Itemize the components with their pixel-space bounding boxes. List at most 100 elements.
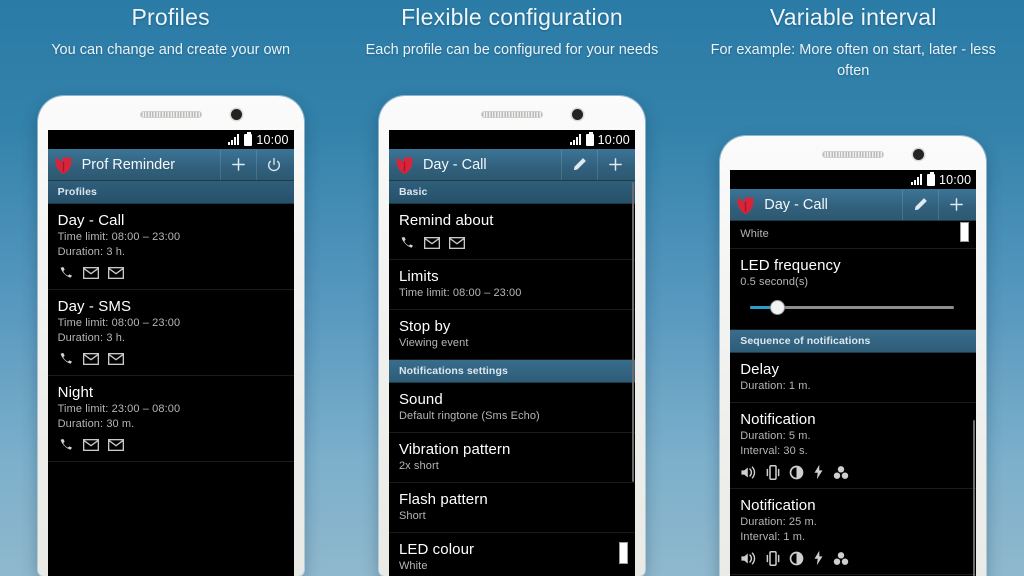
- add-button[interactable]: [938, 189, 974, 220]
- list-item[interactable]: Remind about: [388, 204, 635, 260]
- led-frequency-slider[interactable]: [744, 300, 960, 314]
- led-colour-value: White: [740, 228, 769, 240]
- app-title: Prof Reminder: [81, 156, 176, 173]
- prof-reminder-logo-icon: [53, 154, 74, 175]
- contrast-icon: [789, 465, 804, 480]
- vibrate-icon: [766, 464, 780, 480]
- mail-icon: [423, 236, 440, 250]
- front-camera-icon: [571, 109, 583, 120]
- mail-icon: [82, 352, 99, 366]
- mail-icon: [82, 266, 99, 280]
- list-item[interactable]: Delay Duration: 1 m.: [730, 353, 977, 403]
- flash-icon: [813, 550, 824, 566]
- row-icons: [58, 265, 284, 281]
- list-item[interactable]: Stop by Viewing event: [388, 310, 635, 360]
- list-item[interactable]: Limits Time limit: 08:00 – 23:00: [388, 260, 635, 310]
- panel-1-heading: Profiles: [131, 4, 210, 30]
- row-title: LED frequency: [740, 257, 841, 274]
- row-subtitle: Viewing event: [398, 337, 469, 349]
- phone-mockup-2: 10:00 Day - Call Basic Remind about Limi…: [378, 96, 645, 576]
- phone-icon: [58, 351, 74, 367]
- panel-3-subheading: For example: More often on start, later …: [710, 42, 996, 79]
- row-icons: [58, 437, 284, 453]
- panel-3-heading: Variable interval: [769, 4, 937, 30]
- row-subtitle: Duration: 25 m.: [740, 516, 817, 528]
- row-icons: [740, 464, 966, 480]
- phone-icon: [399, 235, 415, 251]
- row-subtitle: Duration: 3 h.: [57, 332, 126, 344]
- row-icons: [399, 235, 625, 251]
- panel-profiles: Profiles You can change and create your …: [0, 0, 341, 576]
- phone-screen-3: 10:00 Day - Call White LED frequency 0.5…: [730, 170, 977, 576]
- list-item[interactable]: Night Time limit: 23:00 – 08:00 Duration…: [47, 376, 294, 462]
- list-item[interactable]: Sound Default ringtone (Sms Echo): [388, 383, 635, 433]
- row-title: Remind about: [398, 212, 494, 229]
- slider-thumb[interactable]: [770, 301, 784, 314]
- status-bar: 10:00: [47, 130, 294, 149]
- led-colour-swatch: [618, 542, 628, 564]
- row-title: Notification: [740, 497, 816, 514]
- row-subtitle: Duration: 3 h.: [57, 246, 126, 258]
- row-subtitle: 0.5 second(s): [740, 276, 809, 288]
- app-title: Day - Call: [422, 156, 487, 173]
- app-bar-3: Day - Call: [730, 189, 977, 221]
- phone-mockup-1: 10:00 Prof Reminder Profiles Day - Call …: [37, 96, 304, 576]
- row-title: Notification: [740, 411, 816, 428]
- sound-icon: [740, 551, 757, 566]
- phone-icon: [58, 437, 74, 453]
- mail-icon: [82, 438, 99, 452]
- list-item[interactable]: Notification Duration: 25 m. Interval: 1…: [730, 489, 977, 575]
- add-button[interactable]: [219, 149, 256, 180]
- row-title: Day - SMS: [57, 298, 132, 315]
- row-title: Stop by: [398, 318, 451, 335]
- panel-1-header: Profiles You can change and create your …: [0, 0, 341, 61]
- led-colour-value-row[interactable]: White: [730, 221, 977, 249]
- earpiece-speaker-icon: [480, 111, 543, 118]
- panel-flexible-configuration: Flexible configuration Each profile can …: [341, 0, 682, 576]
- status-bar: 10:00: [388, 130, 635, 149]
- list-item[interactable]: Vibration pattern 2x short: [388, 433, 635, 483]
- row-subtitle: Time limit: 23:00 – 08:00: [57, 403, 181, 415]
- status-clock: 10:00: [938, 172, 972, 187]
- row-subtitle: Short: [398, 510, 426, 522]
- vertical-scrollbar[interactable]: [631, 182, 634, 482]
- app-bar-1: Prof Reminder: [47, 149, 294, 181]
- panel-2-heading: Flexible configuration: [401, 4, 623, 30]
- vertical-scrollbar[interactable]: [973, 420, 976, 576]
- app-title: Day - Call: [764, 196, 828, 213]
- battery-icon: [585, 131, 594, 146]
- row-icons: [58, 351, 284, 367]
- row-subtitle: Duration: 30 m.: [57, 418, 135, 430]
- promo-panels: Profiles You can change and create your …: [0, 0, 1024, 576]
- list-item[interactable]: LED colour White: [389, 533, 635, 576]
- sound-icon: [740, 465, 757, 480]
- panel-1-subheading: You can change and create your own: [51, 42, 291, 58]
- row-title: Limits: [398, 268, 439, 285]
- section-header-notifications-settings: Notifications settings: [388, 360, 635, 383]
- settings-list-notifications: Sound Default ringtone (Sms Echo) Vibrat…: [388, 383, 635, 576]
- list-item[interactable]: Day - Call Time limit: 08:00 – 23:00 Dur…: [47, 204, 294, 290]
- battery-icon: [926, 171, 935, 186]
- led-colour-swatch: [960, 222, 970, 242]
- edit-button[interactable]: [902, 189, 938, 220]
- row-subtitle: White: [398, 560, 428, 572]
- section-header-basic: Basic: [388, 181, 635, 204]
- row-subtitle: Duration: 5 m.: [740, 430, 811, 442]
- section-header-profiles: Profiles: [47, 181, 294, 204]
- list-item[interactable]: Flash pattern Short: [388, 483, 635, 533]
- profiles-list: Day - Call Time limit: 08:00 – 23:00 Dur…: [47, 204, 294, 462]
- power-button[interactable]: [255, 149, 292, 180]
- row-title: Day - Call: [57, 212, 125, 229]
- led-icon: [833, 551, 849, 566]
- front-camera-icon: [913, 149, 925, 160]
- edit-button[interactable]: [560, 149, 597, 180]
- signal-bars-icon: [228, 134, 240, 145]
- row-subtitle: Time limit: 08:00 – 23:00: [57, 231, 181, 243]
- signal-bars-icon: [569, 134, 582, 145]
- list-item[interactable]: Day - SMS Time limit: 08:00 – 23:00 Dura…: [47, 290, 294, 376]
- add-button[interactable]: [596, 149, 633, 180]
- settings-list-basic: Remind about Limits Time limit: 08:00 – …: [388, 204, 635, 360]
- panel-variable-interval: Variable interval For example: More ofte…: [683, 0, 1024, 576]
- led-frequency-row[interactable]: LED frequency 0.5 second(s): [730, 249, 977, 330]
- list-item[interactable]: Notification Duration: 5 m. Interval: 30…: [730, 403, 977, 489]
